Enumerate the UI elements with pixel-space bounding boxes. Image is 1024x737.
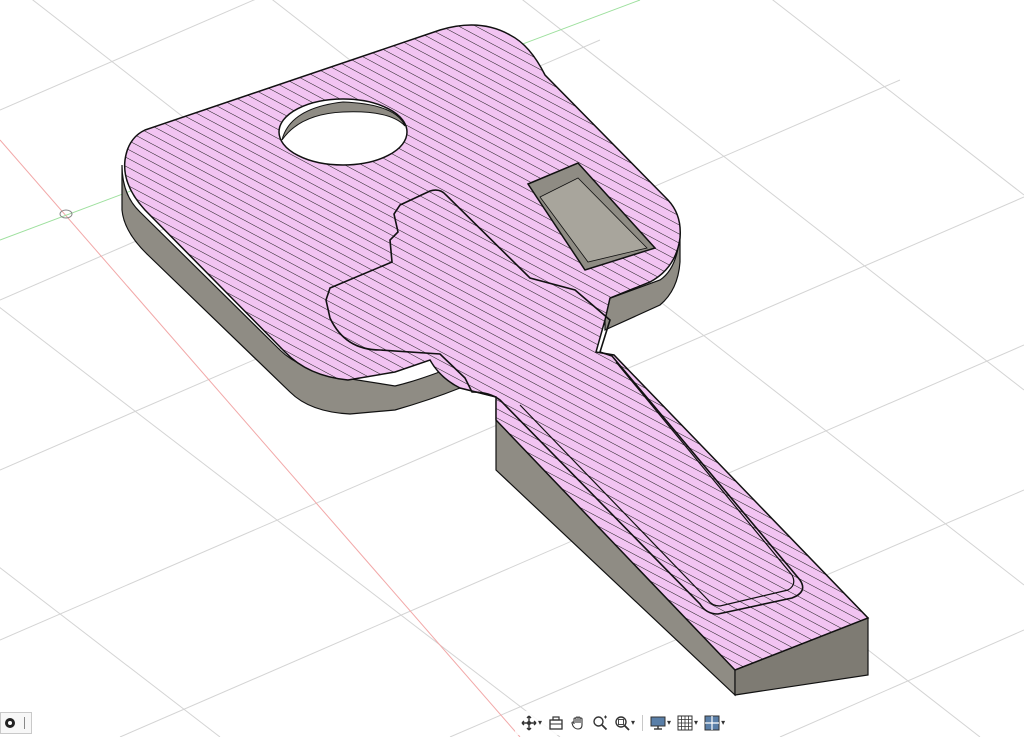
- pan-hand-icon: [571, 716, 583, 730]
- corner-widget[interactable]: [0, 712, 32, 734]
- chevron-down-icon: ▾: [694, 718, 699, 727]
- orbit-icon: [521, 715, 537, 731]
- model-view[interactable]: [0, 0, 1024, 737]
- chevron-down-icon: ▾: [721, 718, 726, 727]
- viewports-button[interactable]: ▾: [702, 712, 727, 734]
- grid-snaps-button[interactable]: ▾: [675, 712, 700, 734]
- navigation-toolbar: ▾ ▾ ▾ ▾ ▾: [515, 711, 732, 735]
- zoom-fit-button[interactable]: ▾: [612, 712, 637, 734]
- pan-button[interactable]: [568, 712, 588, 734]
- zoom-fit-icon: [615, 716, 630, 731]
- toolbar-divider: [642, 715, 644, 731]
- display-settings-button[interactable]: ▾: [648, 712, 673, 734]
- key-top-face: [123, 24, 870, 671]
- display-settings-icon: [650, 716, 666, 730]
- record-icon: [5, 718, 15, 728]
- key-ring-hole: [278, 98, 408, 166]
- viewports-icon: [704, 715, 720, 731]
- zoom-icon: [593, 715, 608, 731]
- look-at-icon: [549, 716, 563, 730]
- zoom-button[interactable]: [590, 712, 610, 734]
- grid-icon: [677, 715, 693, 731]
- canvas-viewport[interactable]: [0, 0, 1024, 737]
- orbit-button[interactable]: ▾: [519, 712, 544, 734]
- key-3d-model[interactable]: [121, 24, 870, 697]
- divider: [24, 717, 25, 729]
- chevron-down-icon: ▾: [538, 718, 543, 727]
- chevron-down-icon: ▾: [631, 718, 636, 727]
- chevron-down-icon: ▾: [667, 718, 672, 727]
- look-at-button[interactable]: [546, 712, 566, 734]
